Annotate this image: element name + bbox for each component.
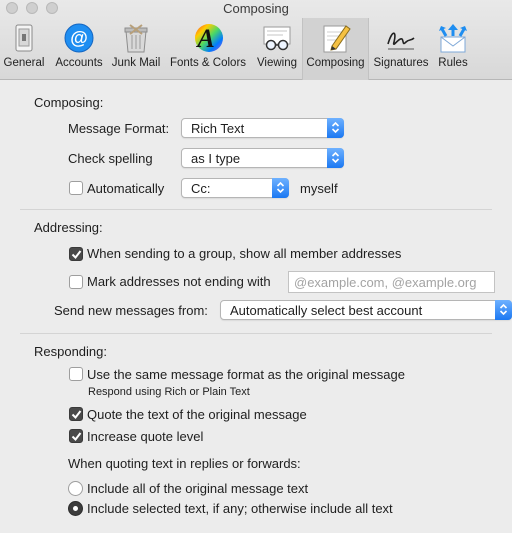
toolbar-item-accounts[interactable]: @ Accounts — [51, 18, 107, 80]
viewing-icon — [263, 26, 291, 51]
popup-chevron-icon — [327, 118, 344, 138]
increase-quote-checkbox[interactable] — [69, 429, 83, 443]
accounts-icon: @ — [64, 23, 94, 53]
rules-icon — [439, 24, 467, 53]
composing-section-label: Composing: — [34, 95, 104, 110]
toolbar-item-viewing[interactable]: Viewing — [252, 18, 302, 80]
toolbar-label-accounts: Accounts — [55, 57, 103, 69]
section-divider — [20, 333, 492, 334]
message-format-value: Rich Text — [191, 121, 245, 136]
mark-addresses-checkbox[interactable] — [69, 275, 83, 289]
toolbar-label-signatures: Signatures — [373, 57, 429, 69]
same-format-checkbox[interactable] — [69, 367, 83, 381]
check-spelling-popup[interactable]: as I type — [181, 148, 344, 168]
mark-addresses-field[interactable] — [288, 271, 495, 293]
checkmark-icon — [71, 410, 82, 420]
group-addresses-checkbox[interactable] — [69, 247, 83, 261]
toolbar-item-signatures[interactable]: Signatures — [370, 18, 432, 80]
myself-label: myself — [300, 181, 338, 196]
mark-addresses-label: Mark addresses not ending with — [87, 274, 271, 289]
send-from-label: Send new messages from: — [54, 303, 208, 318]
popup-chevron-icon — [327, 148, 344, 168]
toolbar-label-general: General — [3, 57, 45, 69]
fonts-colors-icon: A — [195, 24, 223, 53]
toolbar-label-composing: Composing — [306, 57, 365, 69]
toolbar-item-composing[interactable]: Composing — [302, 18, 369, 80]
automatically-checkbox[interactable] — [69, 181, 83, 195]
quoting-heading: When quoting text in replies or forwards… — [68, 456, 301, 471]
toolbar-label-viewing: Viewing — [256, 57, 298, 69]
toolbar-label-junk-mail: Junk Mail — [111, 57, 161, 69]
include-all-label: Include all of the original message text — [87, 481, 309, 496]
send-from-value: Automatically select best account — [230, 303, 423, 318]
svg-text:A: A — [195, 24, 214, 53]
toolbar-label-fonts-colors: Fonts & Colors — [169, 57, 247, 69]
send-from-popup[interactable]: Automatically select best account — [220, 300, 512, 320]
checkmark-icon — [71, 432, 82, 442]
increase-quote-label: Increase quote level — [87, 429, 204, 444]
section-divider — [20, 209, 492, 210]
same-format-label: Use the same message format as the origi… — [87, 367, 405, 382]
message-format-label: Message Format: — [68, 121, 170, 136]
toolbar-item-rules[interactable]: Rules — [433, 18, 473, 80]
check-spelling-value: as I type — [191, 151, 241, 166]
quote-text-checkbox[interactable] — [69, 407, 83, 421]
toolbar-item-general[interactable]: General — [0, 18, 48, 80]
general-icon — [15, 24, 33, 52]
toolbar-item-fonts-colors[interactable]: A Fonts & Colors — [166, 18, 250, 80]
preferences-window: Composing General @ Accounts Junk Mail A… — [0, 0, 512, 533]
svg-text:@: @ — [70, 28, 88, 48]
responding-section-label: Responding: — [34, 344, 107, 359]
window-title: Composing — [223, 1, 289, 16]
include-selected-radio[interactable] — [68, 501, 83, 516]
checkmark-icon — [71, 250, 82, 260]
mark-addresses-input[interactable] — [289, 272, 494, 292]
group-addresses-label: When sending to a group, show all member… — [87, 246, 402, 261]
signatures-icon — [387, 32, 415, 50]
check-spelling-label: Check spelling — [68, 151, 153, 166]
popup-chevron-icon — [272, 178, 289, 198]
message-format-popup[interactable]: Rich Text — [181, 118, 344, 138]
same-format-hint: Respond using Rich or Plain Text — [88, 386, 250, 398]
composing-icon — [323, 25, 351, 53]
cc-value: Cc: — [191, 181, 211, 196]
addressing-section-label: Addressing: — [34, 220, 103, 235]
include-selected-label: Include selected text, if any; otherwise… — [87, 501, 393, 516]
quote-text-label: Quote the text of the original message — [87, 407, 307, 422]
automatically-label: Automatically — [87, 181, 165, 196]
popup-chevron-icon — [495, 300, 512, 320]
toolbar-item-junk-mail[interactable]: Junk Mail — [108, 18, 164, 80]
include-all-radio[interactable] — [68, 481, 83, 496]
junk-mail-icon — [124, 24, 148, 53]
toolbar: Composing General @ Accounts Junk Mail A… — [0, 0, 512, 80]
toolbar-label-rules: Rules — [438, 57, 468, 69]
automatically-cc-popup[interactable]: Cc: — [181, 178, 289, 198]
